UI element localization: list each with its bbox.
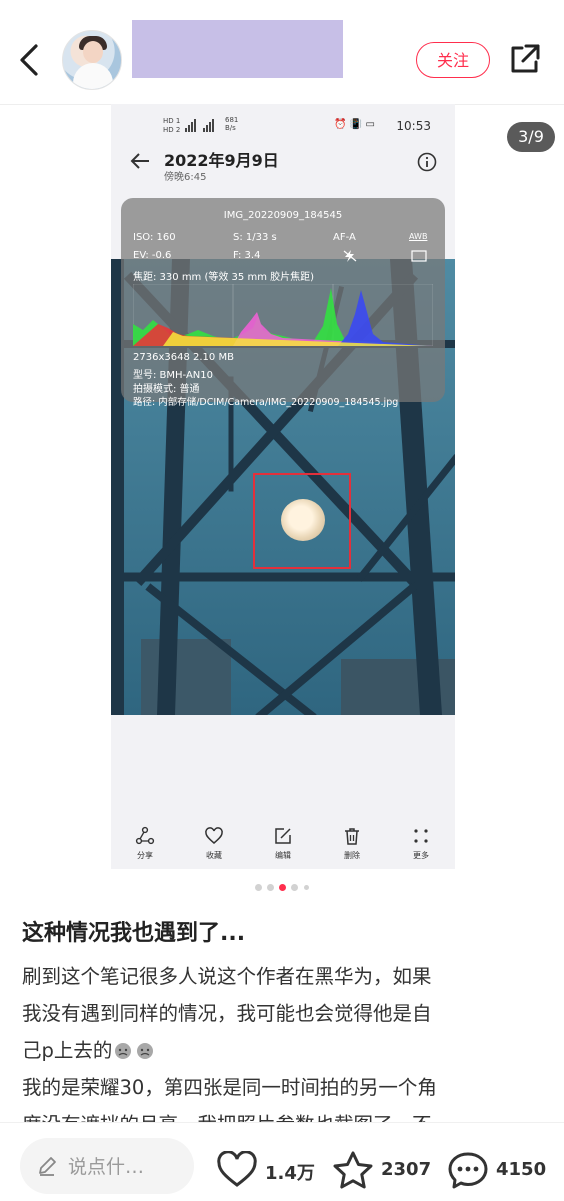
wb-mode-icon [411,250,427,262]
exif-af: AF-A [333,232,356,243]
exif-mode: 拍摄模式: 普通 [133,384,200,395]
author-avatar[interactable] [62,30,122,90]
post-image[interactable]: HD 1 HD 2 681 B/s ⏰ 📳 ▭ 10:53 2022年9月9日 … [111,104,455,869]
delete-icon [345,828,359,845]
post-body: 刷到这个笔记很多人说这个作者在黑华为，如果 我没有遇到同样的情况，我可能也会觉得… [22,958,542,1124]
action-edit[interactable]: 编辑 [258,826,308,861]
back-arrow-icon[interactable] [14,40,44,80]
share-icon [135,826,155,845]
action-label: 分享 [137,851,153,860]
post-line: 我的是荣耀30，第四张是同一时间拍的另一个角 [22,1076,437,1099]
bottom-action-bar: 说点什… 1.4万 2307 4150 [0,1122,564,1201]
phone-status-bar: HD 1 HD 2 681 B/s ⏰ 📳 ▭ 10:53 [111,104,455,138]
post-title: 这种情况我也遇到了... [22,921,246,946]
photo-action-bar: 分享 收藏 编辑 删除 更多 [111,824,455,869]
post-line: 刷到这个笔记很多人说这个作者在黑华为，如果 [22,965,432,988]
image-page-indicator: 3/9 [507,122,555,152]
action-delete[interactable]: 删除 [327,826,377,861]
exif-model: 型号: BMH-AN10 [133,370,213,381]
back-arrow-icon[interactable] [129,150,151,172]
action-label: 编辑 [275,851,291,860]
exif-path: 路径: 内部存储/DCIM/Camera/IMG_20220909_184545… [133,397,399,408]
carousel-dot[interactable] [267,884,274,891]
more-icon [414,829,428,843]
exif-shutter: S: 1/33 s [233,232,277,243]
exif-awb: AWB [409,232,428,241]
exif-overlay: IMG_20220909_184545 ISO: 160 S: 1/33 s A… [121,198,445,408]
carousel-dot-active[interactable] [279,884,286,891]
carousel-dot[interactable] [255,884,262,891]
favorite-count: 2307 [381,1159,432,1180]
net-speed: 681 B/s [225,116,239,132]
edit-icon [275,828,291,844]
comment-bubble-icon [448,1152,488,1189]
post-line-with-emoji: 己p上去的 [22,1032,542,1069]
post-line: 己p上去的 [22,1039,113,1062]
pencil-icon [39,1157,56,1176]
exif-iso: ISO: 160 [133,232,176,243]
share-icon[interactable] [506,40,544,78]
carousel-dot[interactable] [304,885,309,890]
moon [281,499,325,541]
signal-icon [185,119,214,132]
exif-focal: 焦距: 330 mm (等效 35 mm 胶片焦距) [133,272,315,283]
sweat-emoji-icon [137,1043,154,1059]
exif-aperture: F: 3.4 [233,250,261,261]
action-share[interactable]: 分享 [120,826,170,861]
heart-icon [217,1151,257,1187]
action-more[interactable]: 更多 [396,826,446,861]
exif-filename: IMG_20220909_184545 [223,210,343,221]
info-icon[interactable] [417,152,437,172]
follow-button[interactable]: 关注 [416,42,490,78]
comment-count: 4150 [496,1159,547,1180]
comment-input[interactable]: 说点什… [20,1138,194,1194]
carousel-dot[interactable] [291,884,298,891]
photo-detail-header: 2022年9月9日 傍晚6:45 [111,138,455,188]
photo-time: 傍晚6:45 [164,172,207,183]
action-label: 收藏 [206,851,222,860]
author-name-redacted[interactable] [132,20,343,78]
action-favorite[interactable]: 收藏 [189,826,239,861]
exif-ev: EV: -0.6 [133,250,172,261]
heart-icon [205,827,223,844]
comment-placeholder: 说点什… [68,1156,145,1178]
sim-indicator: HD 1 HD 2 [163,117,181,134]
histogram [133,284,433,346]
action-label: 删除 [344,851,360,860]
top-bar: 关注 [0,0,564,105]
post-line: 我没有遇到同样的情况，我可能也会觉得他是自 [22,1002,432,1025]
exif-resolution: 2736x3648 2.10 MB [133,352,234,363]
flash-off-icon [343,250,357,262]
star-icon [333,1151,373,1189]
status-time: 10:53 [396,119,431,133]
sweat-emoji-icon [115,1043,132,1059]
like-count: 1.4万 [265,1163,315,1184]
system-icons: ⏰ 📳 ▭ [334,119,375,130]
action-label: 更多 [413,851,429,860]
